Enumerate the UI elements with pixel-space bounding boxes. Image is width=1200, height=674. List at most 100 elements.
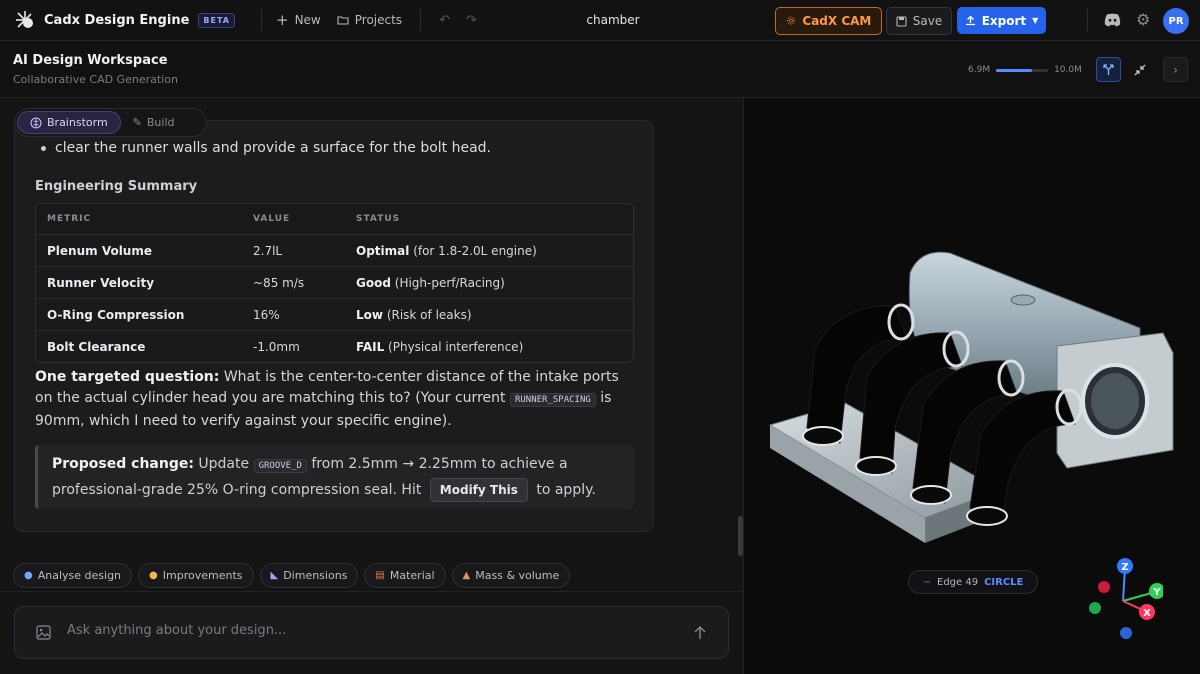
chevron-down-icon: ▼ <box>1032 16 1039 25</box>
branch-toggle-button[interactable] <box>1096 57 1121 82</box>
send-arrow-icon[interactable] <box>693 625 707 640</box>
gear-icon[interactable]: ⚙ <box>1136 10 1150 29</box>
question-label: One targeted question: <box>35 369 220 385</box>
plus-icon: + <box>275 11 289 29</box>
collapse-icon <box>1134 64 1145 75</box>
minus-icon: − <box>922 576 931 588</box>
workspace-subtitle: Collaborative CAD Generation <box>13 73 178 86</box>
value-cell: 16% <box>253 307 280 322</box>
chip-label: Dimensions <box>283 569 348 582</box>
save-button[interactable]: Save <box>886 7 952 35</box>
axis-z-label: Z <box>1121 562 1128 573</box>
chevron-right-icon[interactable]: › <box>1163 57 1188 82</box>
edge-selection-chip[interactable]: − Edge 49 CIRCLE <box>908 570 1038 594</box>
avatar[interactable]: PR <box>1163 8 1189 34</box>
new-label: New <box>294 13 321 27</box>
new-button[interactable]: + New <box>276 11 321 29</box>
export-button[interactable]: Export ▼ <box>957 7 1046 34</box>
brand[interactable]: Cadx Design Engine BETA <box>14 9 235 31</box>
chip-label: Analyse design <box>37 569 122 582</box>
chip-improvements[interactable]: ● Improvements <box>138 563 254 588</box>
memory-track <box>996 68 1049 72</box>
scrollbar[interactable] <box>738 516 743 556</box>
chip-material[interactable]: ▤ Material <box>364 563 446 588</box>
projects-label: Projects <box>354 13 403 27</box>
axis-gizmo[interactable]: Z Y X <box>1083 556 1163 646</box>
chip-dimensions[interactable]: ◣ Dimensions <box>259 563 359 588</box>
engineering-summary-table: METRIC VALUE STATUS Plenum Volume 2.7lL … <box>35 203 634 363</box>
memory-fill <box>996 68 1032 72</box>
axis-neg-z-handle[interactable] <box>1120 627 1132 639</box>
axis-neg-x-handle[interactable] <box>1098 581 1110 593</box>
chip-label: Material <box>389 569 435 582</box>
status-cell: Optimal (for 1.8-2.0L engine) <box>356 244 633 258</box>
chip-label: Improvements <box>162 569 243 582</box>
beta-badge: BETA <box>198 12 235 28</box>
cam-label: CadX CAM <box>802 14 872 28</box>
chat-panel: Brainstorm ✎ Build clear the runner wall… <box>0 98 744 674</box>
image-icon[interactable] <box>36 625 51 640</box>
discord-icon[interactable] <box>1104 13 1121 27</box>
chip-mass-volume[interactable]: ▲ Mass & volume <box>451 563 571 588</box>
table-row: Runner Velocity ~85 m/s Good (High-perf/… <box>36 266 633 298</box>
divider <box>420 9 422 31</box>
undo-icon[interactable]: ↶ <box>439 13 450 28</box>
message-text-line: clear the runner walls and provide a sur… <box>55 140 492 156</box>
status-word: Low <box>356 307 383 322</box>
folder-icon <box>337 16 349 25</box>
header-status: STATUS <box>356 214 401 224</box>
status-cell: FAIL (Physical interference) <box>356 340 633 354</box>
cadx-cam-button[interactable]: ☼ CadX CAM <box>775 7 882 35</box>
proposal-label: Proposed change: <box>52 456 194 472</box>
logo-icon <box>16 11 33 28</box>
weight-icon: ▲ <box>462 570 471 581</box>
status-word: FAIL <box>356 339 385 354</box>
value-cell: 2.7lL <box>253 243 283 258</box>
status-word: Good <box>356 275 391 290</box>
branch-icon <box>1103 64 1114 75</box>
ruler-icon: ◣ <box>270 570 279 581</box>
axis-neg-y-handle[interactable] <box>1089 602 1101 614</box>
memory-meter: 6.9M 10.0M <box>968 65 1082 75</box>
chip-label: Mass & volume <box>475 569 560 582</box>
proposal-tail: to apply. <box>536 482 596 498</box>
table-header: METRIC VALUE STATUS <box>36 204 633 234</box>
workspace-header: AI Design Workspace Collaborative CAD Ge… <box>0 41 1200 98</box>
header-metric: METRIC <box>47 214 92 224</box>
chip-analyse-design[interactable]: ● Analyse design <box>13 563 133 588</box>
chat-input[interactable] <box>67 623 667 638</box>
modify-this-button[interactable]: Modify This <box>429 478 528 502</box>
memory-used: 6.9M <box>968 65 991 75</box>
3d-viewport[interactable]: − Edge 49 CIRCLE Z Y X <box>745 98 1200 674</box>
table-row: Bolt Clearance -1.0mm FAIL (Physical int… <box>36 330 633 362</box>
wrench-icon: ✎ <box>132 116 142 129</box>
bullet <box>41 146 46 151</box>
status-note: (Risk of leaks) <box>386 307 472 322</box>
divider <box>260 9 262 31</box>
status-note: (for 1.8-2.0L engine) <box>413 243 537 258</box>
collapse-button[interactable] <box>1127 57 1152 82</box>
edge-type: CIRCLE <box>984 576 1024 588</box>
projects-button[interactable]: Projects <box>337 13 402 27</box>
tab-brainstorm[interactable]: Brainstorm <box>17 111 121 134</box>
divider <box>1087 9 1088 31</box>
sun-icon: ☼ <box>785 14 797 28</box>
code-runner-spacing: RUNNER_SPACING <box>509 393 596 407</box>
divider <box>0 591 743 592</box>
status-note: (Physical interference) <box>388 339 524 354</box>
edge-label: Edge 49 <box>937 576 979 588</box>
status-word: Optimal <box>356 243 410 258</box>
tab-build[interactable]: ✎ Build <box>121 111 187 134</box>
status-cell: Good (High-perf/Racing) <box>356 276 633 290</box>
targeted-question: One targeted question: What is the cente… <box>35 367 635 432</box>
assistant-message: clear the runner walls and provide a sur… <box>14 120 654 532</box>
memory-limit: 10.0M <box>1054 65 1082 75</box>
proposal-text: Update <box>198 456 250 472</box>
app-name: Cadx Design Engine <box>44 12 190 28</box>
value-cell: ~85 m/s <box>253 275 305 290</box>
table-row: O-Ring Compression 16% Low (Risk of leak… <box>36 298 633 330</box>
redo-icon[interactable]: ↷ <box>466 13 477 28</box>
proposed-change: Proposed change: Update GROOVE_D from 2.… <box>35 445 634 509</box>
code-groove-d: GROOVE_D <box>253 459 307 473</box>
document-title[interactable]: chamber <box>560 13 666 27</box>
